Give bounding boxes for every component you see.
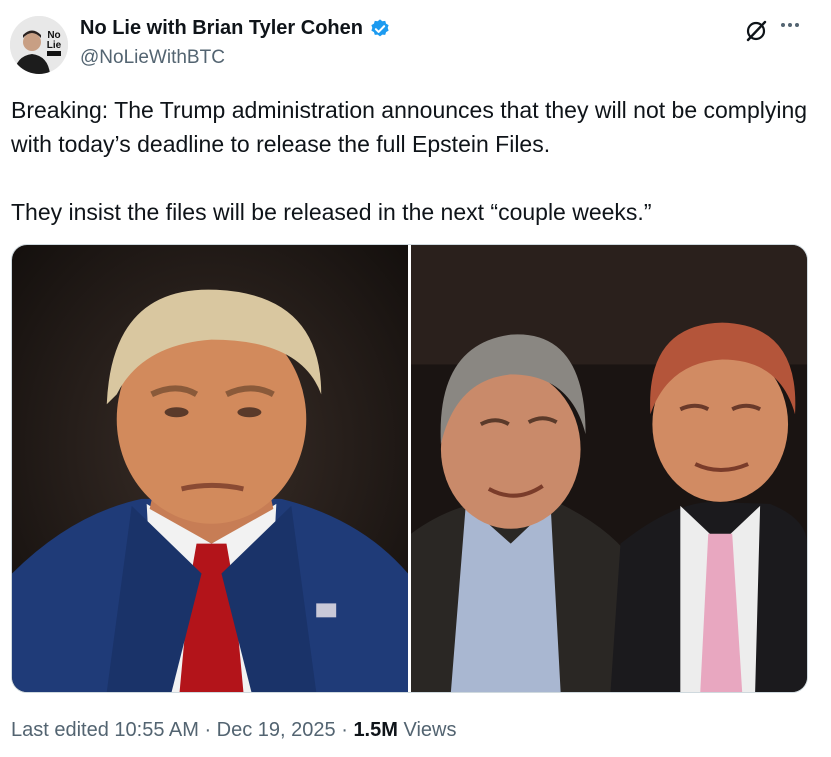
tweet-text-paragraph-2: They insist the files will be released i…: [11, 199, 652, 225]
handle[interactable]: @NoLieWithBTC: [80, 47, 225, 69]
avatar[interactable]: No Lie: [10, 16, 68, 74]
name-row: No Lie with Brian Tyler Cohen: [80, 17, 391, 40]
tweet-text: Breaking: The Trump administration annou…: [11, 93, 811, 229]
grok-icon[interactable]: [744, 19, 768, 43]
media-photo-right[interactable]: [411, 245, 807, 692]
tweet: No Lie No Lie with Brian Tyler Cohen @No…: [0, 0, 831, 757]
display-name[interactable]: No Lie with Brian Tyler Cohen: [80, 17, 363, 40]
views-label: Views: [397, 719, 457, 741]
media-grid: [11, 244, 808, 693]
more-icon[interactable]: [781, 23, 799, 27]
edited-timestamp[interactable]: Last edited 10:55 AM · Dec 19, 2025 ·: [11, 719, 353, 741]
post-meta: Last edited 10:55 AM · Dec 19, 2025 · 1.…: [11, 719, 456, 742]
views-count: 1.5M: [353, 719, 398, 741]
verified-badge-icon[interactable]: [369, 18, 391, 40]
media-photo-left[interactable]: [12, 245, 408, 692]
tweet-text-paragraph-1: Breaking: The Trump administration annou…: [11, 97, 808, 157]
svg-text:Lie: Lie: [47, 40, 62, 51]
